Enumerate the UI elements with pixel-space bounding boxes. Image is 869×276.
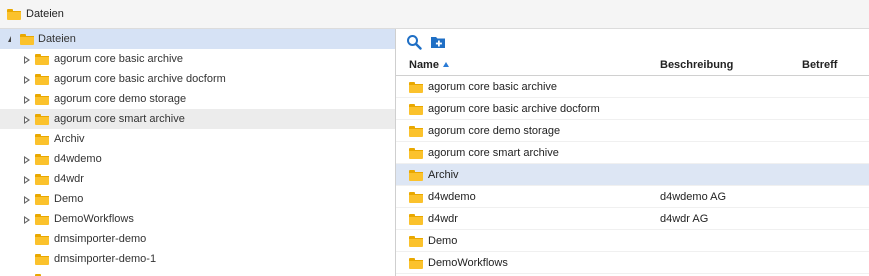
collapse-arrow-icon[interactable] — [8, 36, 11, 42]
cell-description: d4wdemo AG — [660, 191, 727, 203]
folder-icon — [409, 258, 423, 269]
column-header-name[interactable]: Name — [409, 59, 449, 71]
folder-icon — [35, 94, 49, 105]
window-title: Dateien — [26, 8, 64, 20]
cell-name: agorum core basic archive docform — [428, 103, 600, 115]
cell-description: d4wdr AG — [660, 213, 709, 225]
tree-item[interactable]: d4wdr — [0, 169, 395, 189]
table-row-selected[interactable]: Archiv — [396, 164, 869, 186]
folder-tree: Dateien agorum core basic archive agorum… — [0, 29, 396, 276]
folder-icon — [35, 154, 49, 165]
cell-name: DemoWorkflows — [428, 257, 508, 269]
cell-name: d4wdemo — [428, 191, 476, 203]
tree-item[interactable]: DemoWorkflows — [0, 209, 395, 229]
folder-icon — [35, 234, 49, 245]
search-icon[interactable] — [406, 34, 422, 50]
folder-icon — [409, 214, 423, 225]
folder-icon — [409, 170, 423, 181]
tree-item[interactable]: Archiv — [0, 129, 395, 149]
tree-item[interactable]: Demo — [0, 189, 395, 209]
tree-item-label: d4wdemo — [54, 153, 102, 165]
tree-item[interactable]: agorum core basic archive docform — [0, 69, 395, 89]
folder-icon — [409, 126, 423, 137]
title-bar: Dateien — [0, 0, 869, 29]
folder-icon — [35, 214, 49, 225]
table-row[interactable]: agorum core basic archive docform — [396, 98, 869, 120]
tree-item[interactable]: agorum core basic archive — [0, 49, 395, 69]
tree-item[interactable]: agorum core demo storage — [0, 89, 395, 109]
cell-name: agorum core smart archive — [428, 147, 559, 159]
tree-item-label: DemoWorkflows — [54, 213, 134, 225]
grid-header: Name Beschreibung Betreff — [396, 54, 869, 76]
cell-name: agorum core demo storage — [428, 125, 561, 137]
table-row[interactable]: Demo — [396, 230, 869, 252]
expand-arrow-icon[interactable] — [24, 215, 32, 225]
folder-icon — [409, 192, 423, 203]
expand-arrow-icon[interactable] — [24, 75, 32, 85]
tree-item[interactable]: agorum core smart archive — [0, 109, 395, 129]
column-header-label: Name — [409, 59, 439, 71]
tree-item-label: Archiv — [54, 133, 85, 145]
table-row[interactable]: agorum core demo storage — [396, 120, 869, 142]
expand-arrow-icon[interactable] — [24, 155, 32, 165]
folder-icon — [35, 194, 49, 205]
tree-item-label: Demo — [54, 193, 84, 205]
folder-icon — [409, 82, 423, 93]
tree-item[interactable]: d4wdemo — [0, 149, 395, 169]
cell-name: d4wdr — [428, 213, 458, 225]
tree-item-label: d4wdr — [54, 173, 84, 185]
tree-item-root[interactable]: Dateien — [0, 29, 395, 49]
folder-icon — [35, 174, 49, 185]
folder-icon — [35, 54, 49, 65]
tree-item-label: agorum core basic archive — [54, 53, 184, 65]
folder-icon — [409, 104, 423, 115]
tree-item-partial — [0, 269, 395, 276]
new-folder-icon[interactable] — [430, 34, 446, 50]
tree-item-label: agorum core smart archive — [54, 113, 185, 125]
tree-item[interactable]: dmsimporter-demo-1 — [0, 249, 395, 269]
table-row[interactable]: d4wdemo d4wdemo AG — [396, 186, 869, 208]
grid-toolbar — [396, 29, 869, 54]
table-row[interactable]: agorum core basic archive — [396, 76, 869, 98]
folder-icon — [409, 236, 423, 247]
cell-name: Archiv — [428, 169, 459, 181]
folder-icon — [409, 148, 423, 159]
table-row[interactable]: DemoWorkflows — [396, 252, 869, 274]
tree-item-label: dmsimporter-demo — [54, 233, 147, 245]
column-header-description[interactable]: Beschreibung — [660, 59, 733, 71]
tree-item-label: Dateien — [38, 33, 76, 45]
folder-icon — [7, 9, 21, 20]
expand-arrow-icon[interactable] — [24, 95, 32, 105]
folder-icon — [35, 114, 49, 125]
cell-name: agorum core basic archive — [428, 81, 558, 93]
file-grid-panel: Name Beschreibung Betreff agorum core ba… — [396, 29, 869, 276]
expand-arrow-icon[interactable] — [24, 55, 32, 65]
table-row[interactable]: agorum core smart archive — [396, 142, 869, 164]
table-row[interactable]: d4wdr d4wdr AG — [396, 208, 869, 230]
folder-icon — [20, 34, 34, 45]
expand-arrow-icon[interactable] — [24, 175, 32, 185]
tree-item-label: dmsimporter-demo-1 — [54, 253, 157, 265]
tree-item-label: agorum core demo storage — [54, 93, 187, 105]
expand-arrow-icon[interactable] — [24, 115, 32, 125]
folder-icon — [35, 254, 49, 265]
expand-arrow-icon[interactable] — [24, 195, 32, 205]
folder-icon — [35, 134, 49, 145]
tree-item-label: agorum core basic archive docform — [54, 73, 226, 85]
tree-item[interactable]: dmsimporter-demo — [0, 229, 395, 249]
sort-ascending-icon — [442, 62, 449, 67]
cell-name: Demo — [428, 235, 458, 247]
folder-icon — [35, 74, 49, 85]
column-header-subject[interactable]: Betreff — [802, 59, 837, 71]
